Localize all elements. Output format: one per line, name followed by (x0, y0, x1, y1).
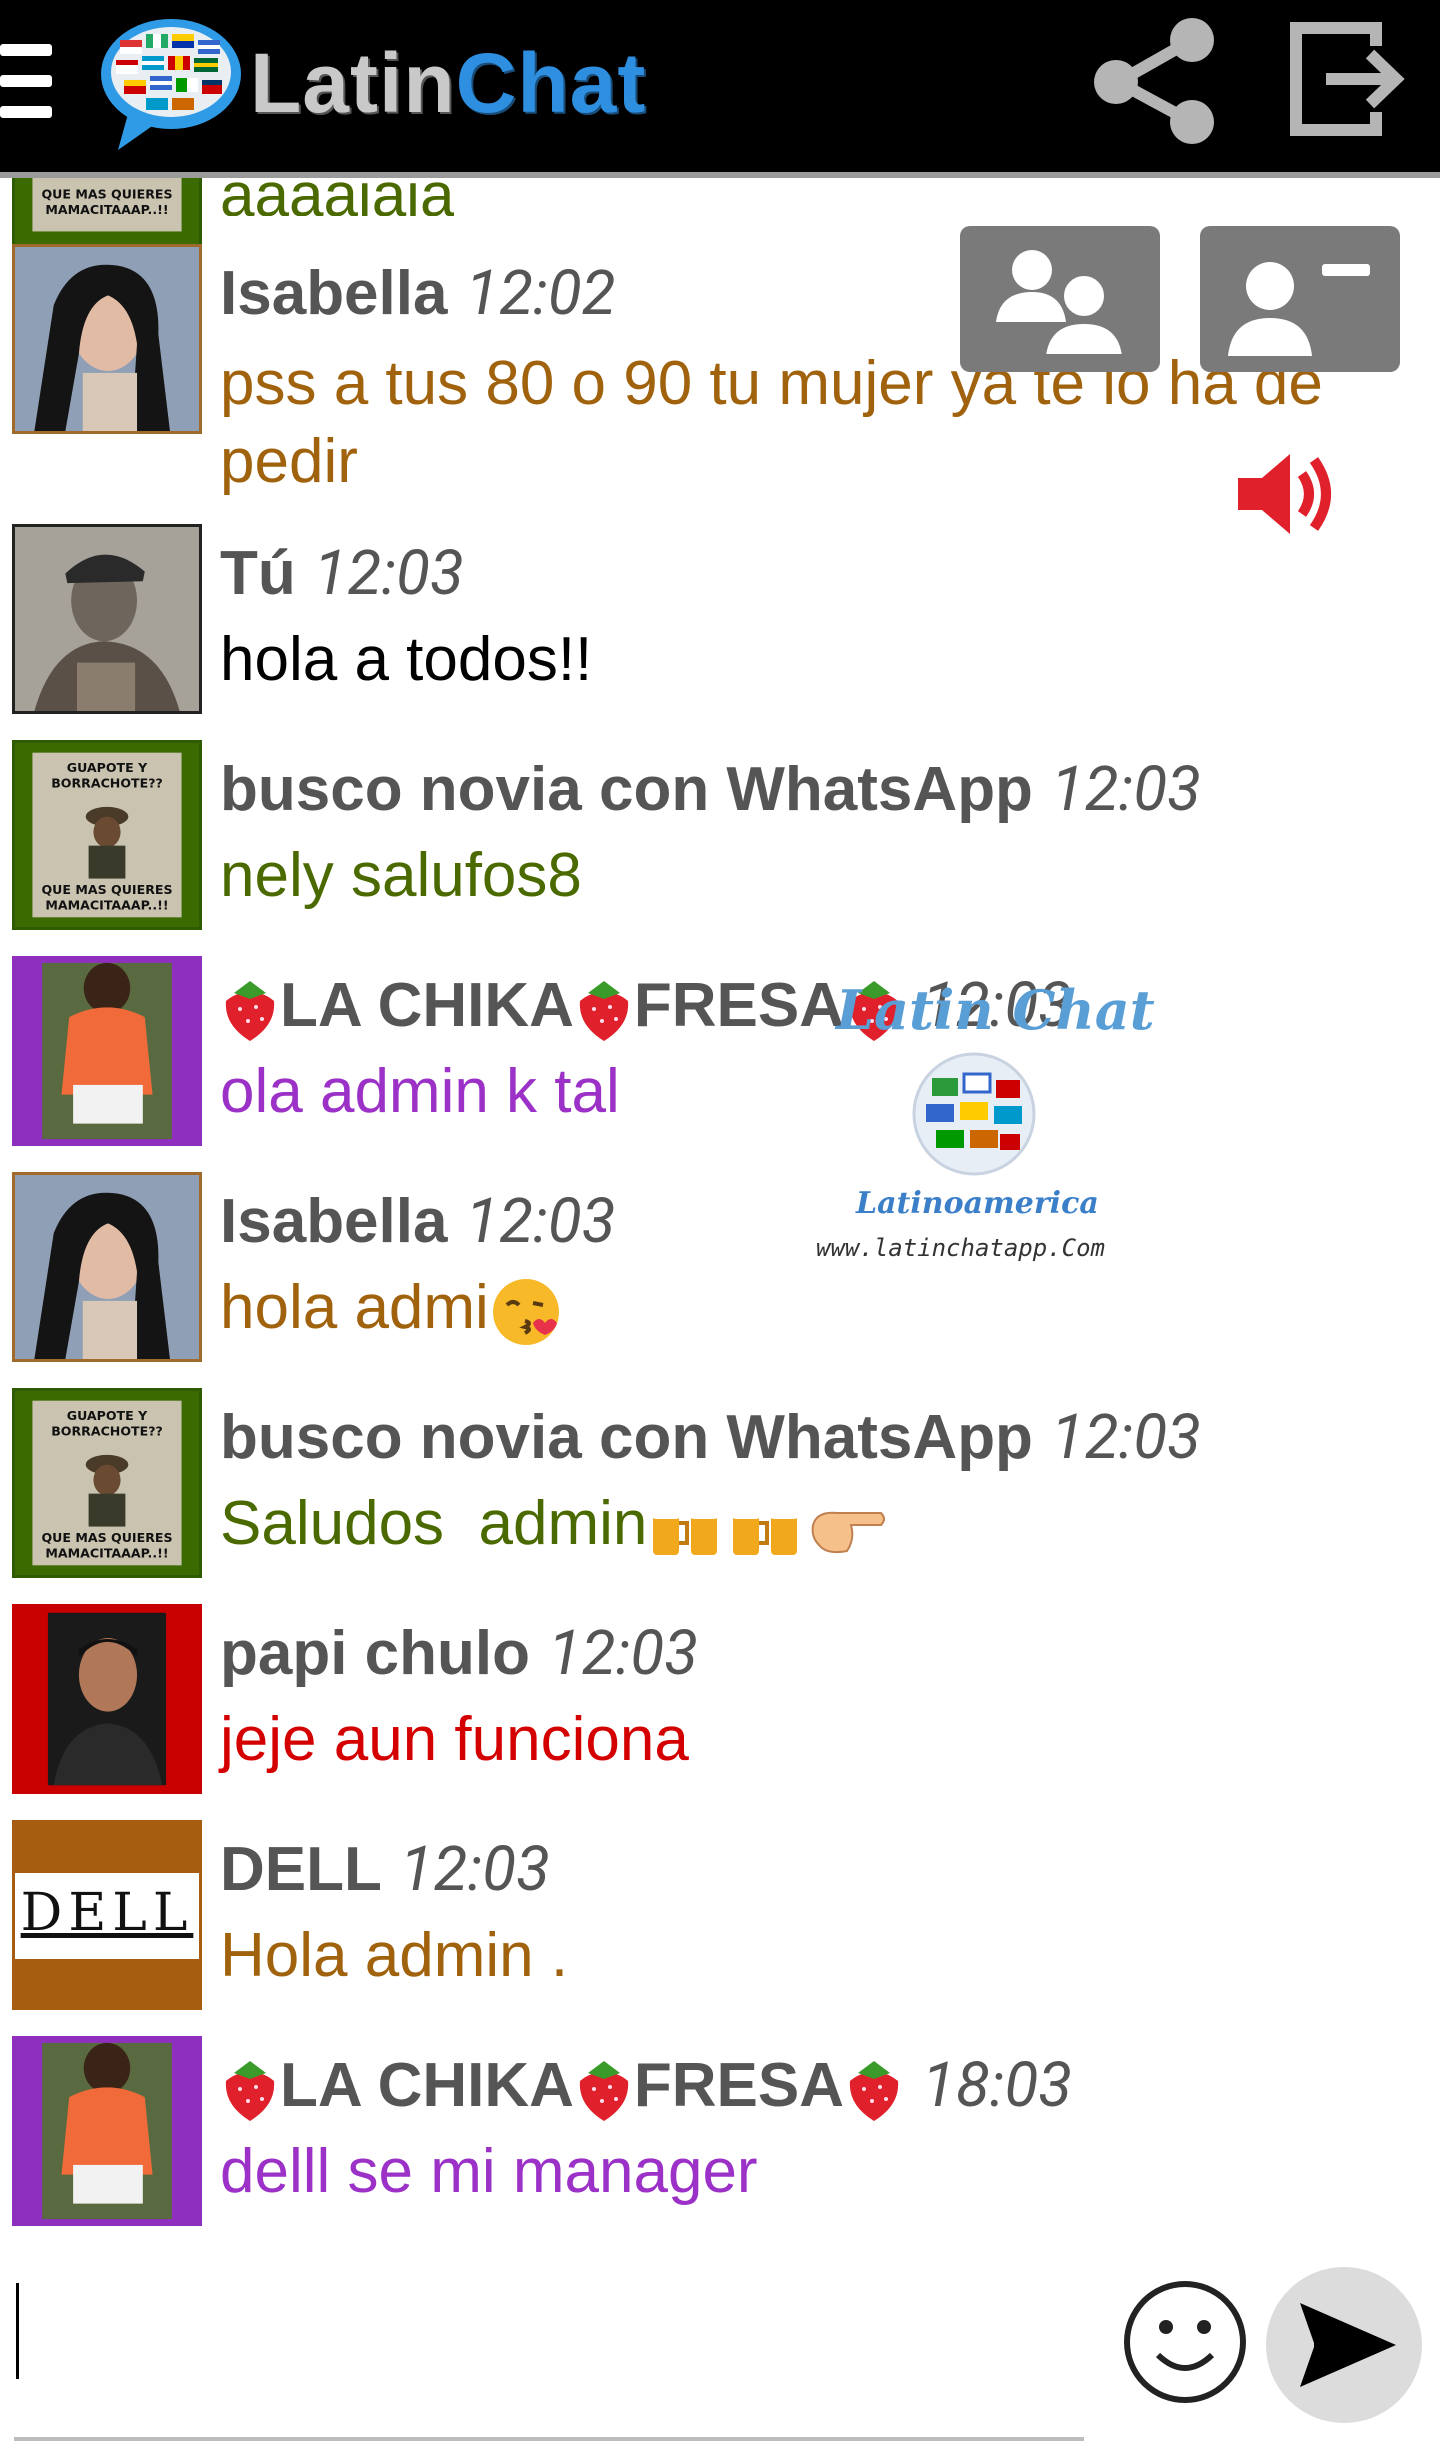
beer-mugs-emoji-icon (651, 1508, 720, 1555)
users-group-icon (996, 250, 1127, 358)
remove-user-icon (1228, 262, 1370, 356)
top-app-bar: LatinChat (0, 0, 1440, 172)
user-avatar[interactable]: DELL (12, 1820, 202, 2010)
users-list-button[interactable] (960, 226, 1160, 372)
message-text: Saludos admin (220, 1484, 887, 1564)
message-time: 18:03 (922, 2049, 1073, 2122)
sender-name-part2[interactable]: FRESA (634, 2051, 844, 2120)
svg-text:QUE MAS QUIERES: QUE MAS QUIERES (41, 882, 172, 897)
message-text: ola admin k tal (220, 1057, 620, 1126)
strawberry-icon (849, 2060, 899, 2121)
sender-name[interactable]: LA CHIKA (280, 971, 574, 1040)
message-text: Hola admin . (220, 1921, 569, 1990)
svg-text:GUAPOTE Y: GUAPOTE Y (67, 1408, 148, 1423)
strawberry-icon (579, 2060, 629, 2121)
user-avatar[interactable]: GUAPOTE Y BORRACHOTE?? QUE MAS QUIERES M… (12, 1388, 202, 1578)
avatar-dell-text: DELL (20, 1883, 194, 1943)
pointing-hand-emoji-icon (812, 1511, 886, 1553)
user-avatar[interactable] (12, 2036, 202, 2226)
kiss-face-emoji-icon (492, 1278, 559, 1345)
message-time: 12:02 (465, 257, 616, 330)
sender-name[interactable]: LA CHIKA (280, 2051, 574, 2120)
message-time: 12:03 (313, 537, 464, 610)
message-header: busco novia con WhatsApp 12:03 (220, 1402, 1201, 1474)
smiley-icon[interactable] (1120, 2277, 1250, 2407)
globe-flags-icon (912, 1052, 1036, 1176)
message-header: busco novia con WhatsApp 12:03 (220, 754, 1201, 826)
sender-name[interactable]: DELL (220, 1835, 382, 1904)
message-time: 12:03 (465, 1185, 616, 1258)
app-title-latin: Latin (250, 36, 456, 130)
svg-text:MAMACITAAAP..!!: MAMACITAAAP..!! (45, 898, 168, 913)
message-text-content: Saludos admin (220, 1489, 648, 1558)
message-text-line2: pedir (220, 427, 358, 496)
svg-text:QUE MAS QUIERES: QUE MAS QUIERES (41, 187, 172, 202)
watermark-url: www.latinchatapp.Com (816, 1234, 1105, 1262)
message-time: 12:03 (1050, 1401, 1201, 1474)
hamburger-menu-icon[interactable] (0, 44, 52, 118)
svg-text:QUE MAS QUIERES: QUE MAS QUIERES (41, 1530, 172, 1545)
app-title: LatinChat (250, 38, 646, 129)
user-avatar[interactable]: QUE MAS QUIERES MAMACITAAAP..!! (12, 178, 202, 248)
svg-text:MAMACITAAAP..!!: MAMACITAAAP..!! (45, 1546, 168, 1561)
message-text: delll se mi manager (220, 2137, 758, 2206)
message-text-content: hola admi (220, 1273, 489, 1342)
user-avatar[interactable] (12, 1604, 202, 1794)
svg-text:MAMACITAAAP..!!: MAMACITAAAP..!! (45, 202, 168, 217)
input-underline (14, 2437, 1084, 2441)
message-header: Isabella 12:02 (220, 258, 616, 330)
message-input[interactable] (14, 2279, 1084, 2409)
message-time: 12:03 (399, 1833, 550, 1906)
sender-name[interactable]: busco novia con WhatsApp (220, 755, 1033, 824)
message-text: hola admi (220, 1268, 563, 1349)
sender-name[interactable]: papi chulo (220, 1619, 530, 1688)
message-time: 12:03 (548, 1617, 699, 1690)
sender-name[interactable]: Isabella (220, 1187, 447, 1256)
sender-name[interactable]: busco novia con WhatsApp (220, 1403, 1033, 1472)
svg-text:BORRACHOTE??: BORRACHOTE?? (51, 776, 163, 791)
logout-icon[interactable] (1286, 18, 1408, 140)
beer-mugs-emoji-icon (731, 1508, 800, 1555)
text-cursor (16, 2283, 19, 2379)
user-avatar[interactable] (12, 1172, 202, 1362)
message-text: aaaajaja (220, 178, 455, 216)
app-title-chat: Chat (455, 36, 647, 130)
message-input-bar (0, 2253, 1440, 2441)
latin-chat-watermark: Latin Chat Latinoamerica www.latinchatap… (800, 978, 1155, 1278)
message-header: papi chulo 12:03 (220, 1618, 698, 1690)
watermark-subtitle: Latinoamerica (856, 1186, 1099, 1221)
message-header: LA CHIKA FRESA 18:03 (220, 2050, 1072, 2123)
message-text: nely salufos8 (220, 841, 582, 910)
latin-chat-logo-icon (101, 19, 241, 150)
strawberry-icon (225, 2060, 275, 2121)
strawberry-icon (225, 980, 275, 1041)
message-text: hola a todos!! (220, 625, 593, 694)
watermark-title: Latin Chat (836, 978, 1155, 1042)
message-time: 12:03 (1050, 753, 1201, 826)
chat-message-list[interactable]: QUE MAS QUIERES MAMACITAAAP..!! aaaajaja… (0, 178, 1440, 2253)
speaker-volume-icon[interactable] (1232, 446, 1342, 542)
strawberry-icon (579, 980, 629, 1041)
svg-text:BORRACHOTE??: BORRACHOTE?? (51, 1424, 163, 1439)
send-button[interactable] (1266, 2267, 1422, 2423)
message-text: jeje aun funciona (220, 1705, 689, 1774)
share-icon[interactable] (1086, 10, 1222, 146)
user-avatar[interactable] (12, 956, 202, 1146)
message-header: DELL 12:03 (220, 1834, 550, 1906)
sender-name[interactable]: Isabella (220, 259, 447, 328)
remove-user-button[interactable] (1200, 226, 1400, 372)
send-arrow-icon (1300, 2303, 1396, 2387)
sender-name[interactable]: Tú (220, 539, 296, 608)
message-header: Tú 12:03 (220, 538, 464, 610)
message-header: Isabella 12:03 (220, 1186, 616, 1258)
user-avatar[interactable] (12, 244, 202, 434)
user-avatar[interactable] (12, 524, 202, 714)
svg-text:GUAPOTE Y: GUAPOTE Y (67, 760, 148, 775)
user-avatar[interactable]: GUAPOTE Y BORRACHOTE?? QUE MAS QUIERES M… (12, 740, 202, 930)
